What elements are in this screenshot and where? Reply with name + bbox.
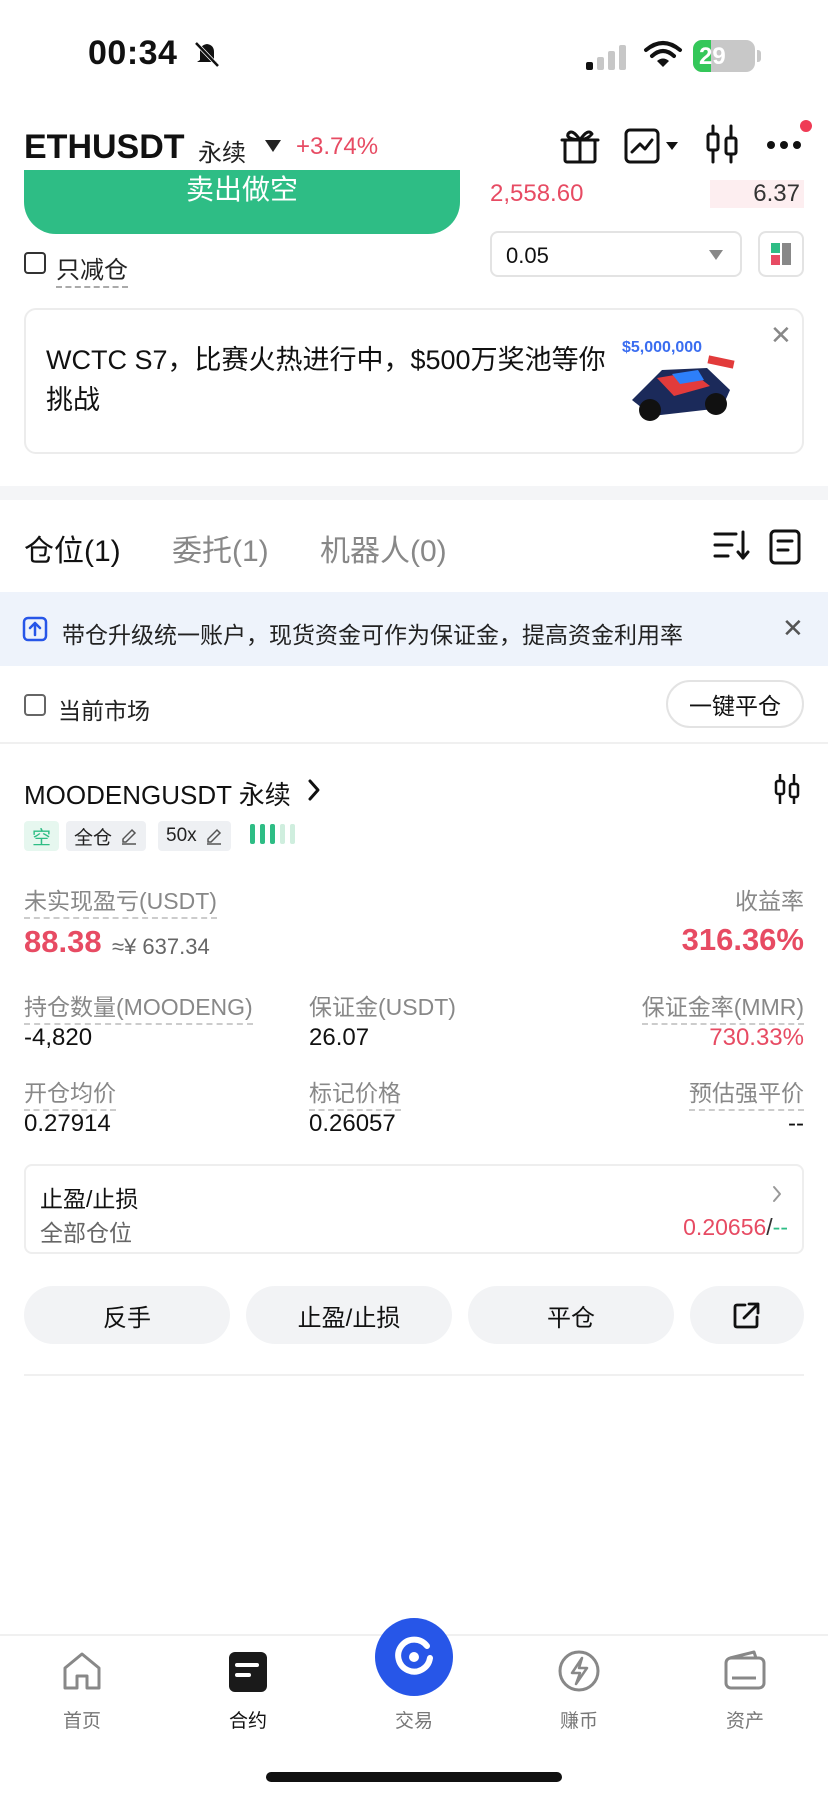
sell-short-button[interactable]: 卖出做空	[24, 170, 460, 234]
tab-bots[interactable]: 机器人(0)	[320, 526, 447, 570]
current-market-checkbox[interactable]	[24, 694, 46, 716]
unrealized-pnl-value: 88.38	[24, 924, 102, 959]
take-profit-value: 0.20656	[683, 1214, 767, 1240]
margin-mode-tag[interactable]: 全仓	[66, 821, 147, 851]
sort-icon[interactable]	[712, 528, 750, 562]
margin-value: 26.07	[309, 1024, 370, 1051]
nav-home[interactable]	[27, 1648, 137, 1699]
tpsl-title: 止盈/止损	[40, 1186, 139, 1212]
nav-assets[interactable]	[690, 1648, 800, 1699]
chart-icon[interactable]	[624, 128, 680, 164]
nav-contracts-label[interactable]: 合约	[193, 1706, 303, 1733]
mark-price-label[interactable]: 标记价格	[309, 1074, 401, 1111]
close-icon[interactable]: ✕	[782, 613, 804, 644]
share-icon	[733, 1302, 760, 1329]
promo-prize-text: $5,000,000	[622, 339, 702, 356]
bell-muted-icon	[194, 41, 220, 68]
gift-icon[interactable]	[560, 126, 600, 164]
upgrade-notice-text[interactable]: 带仓升级统一账户，现货资金可作为保证金，提高资金利用率	[62, 616, 683, 650]
orderbook-layout-button[interactable]	[758, 231, 804, 277]
promo-banner-text[interactable]: WCTC S7，比赛火热进行中，$500万奖池等你挑战	[46, 340, 606, 420]
close-position-button[interactable]: 平仓	[468, 1286, 674, 1344]
candlestick-icon[interactable]	[772, 772, 802, 806]
entry-price-value: 0.27914	[24, 1110, 111, 1137]
leverage-tag[interactable]: 50x	[158, 821, 231, 851]
battery-tip	[757, 50, 761, 62]
race-car-illustration: $5,000,000	[622, 339, 735, 421]
close-all-button[interactable]: 一键平仓	[666, 680, 804, 728]
tab-positions[interactable]: 仓位(1)	[24, 526, 121, 570]
nav-trade-label[interactable]: 交易	[359, 1706, 469, 1733]
edit-icon[interactable]	[205, 827, 223, 845]
side-tag: 空	[24, 821, 60, 851]
history-record-icon[interactable]	[768, 528, 802, 566]
earn-icon	[558, 1650, 600, 1692]
orderbook-layout-icon	[771, 243, 791, 265]
tab-orders[interactable]: 委托(1)	[172, 526, 269, 570]
unrealized-pnl-cny: ≈¥ 637.34	[112, 934, 210, 959]
divider	[24, 1374, 804, 1376]
nav-home-label[interactable]: 首页	[27, 1706, 137, 1733]
tpsl-button[interactable]: 止盈/止损	[246, 1286, 452, 1344]
tpsl-scope: 全部仓位	[40, 1220, 132, 1246]
nav-trade-button[interactable]	[375, 1618, 453, 1696]
chevron-down-icon[interactable]	[709, 250, 723, 260]
reverse-button[interactable]: 反手	[24, 1286, 230, 1344]
nav-earn-label[interactable]: 赚币	[524, 1706, 634, 1733]
roe-label: 收益率	[735, 888, 804, 914]
battery-level: 29	[699, 43, 726, 70]
entry-price-label[interactable]: 开仓均价	[24, 1074, 116, 1111]
contracts-icon	[229, 1652, 267, 1692]
chevron-right-icon[interactable]	[770, 1184, 784, 1204]
notification-dot	[800, 120, 812, 132]
candlestick-icon[interactable]	[704, 124, 740, 164]
more-icon[interactable]	[766, 140, 802, 150]
depth-step-select[interactable]: 0.05	[490, 231, 742, 277]
nav-assets-label[interactable]: 资产	[690, 1706, 800, 1733]
home-indicator[interactable]	[266, 1772, 562, 1782]
margin-label: 保证金(USDT)	[309, 994, 456, 1020]
symbol-title[interactable]: ETHUSDT	[24, 128, 185, 167]
position-symbol[interactable]: MOODENGUSDT 永续	[24, 775, 291, 812]
home-icon	[63, 1652, 101, 1690]
orderbook-ask-qty: 6.37	[710, 180, 804, 208]
wifi-icon	[644, 41, 682, 67]
contract-type[interactable]: 永续	[198, 133, 246, 168]
reduce-only-checkbox[interactable]	[24, 252, 46, 274]
share-button[interactable]	[690, 1286, 804, 1344]
liq-price-value: --	[788, 1110, 804, 1137]
symbol-dropdown-icon[interactable]	[265, 140, 281, 152]
nav-earn[interactable]	[524, 1648, 634, 1699]
cellular-signal-icon	[586, 42, 626, 70]
stop-loss-value: --	[772, 1214, 788, 1240]
tpsl-values: 0.20656/--	[683, 1214, 788, 1240]
adl-indicator[interactable]	[250, 824, 295, 844]
reduce-only-label[interactable]: 只减仓	[56, 250, 128, 288]
current-market-label[interactable]: 当前市场	[58, 692, 150, 726]
mmr-label[interactable]: 保证金率(MMR)	[641, 988, 804, 1025]
unrealized-pnl-label[interactable]: 未实现盈亏(USDT)	[24, 882, 217, 919]
liq-price-label[interactable]: 预估强平价	[689, 1074, 804, 1111]
nav-contracts[interactable]	[193, 1648, 303, 1699]
chevron-right-icon[interactable]	[306, 778, 322, 802]
status-time: 00:34	[88, 34, 178, 72]
wallet-icon	[724, 1650, 766, 1690]
position-qty-value: -4,820	[24, 1024, 93, 1051]
trade-icon	[395, 1636, 433, 1675]
orderbook-ask-price[interactable]: 2,558.60	[490, 180, 583, 208]
mark-price-value: 0.26057	[309, 1110, 396, 1137]
section-separator	[0, 486, 828, 500]
battery-icon: 29	[693, 40, 755, 72]
divider	[0, 742, 828, 744]
position-qty-label[interactable]: 持仓数量(MOODENG)	[24, 988, 253, 1025]
upgrade-icon	[22, 616, 48, 642]
close-icon[interactable]: ✕	[770, 320, 792, 351]
mmr-value: 730.33%	[709, 1024, 804, 1051]
edit-icon[interactable]	[120, 827, 138, 845]
price-change: +3.74%	[296, 133, 379, 160]
roe-value: 316.36%	[681, 922, 804, 957]
